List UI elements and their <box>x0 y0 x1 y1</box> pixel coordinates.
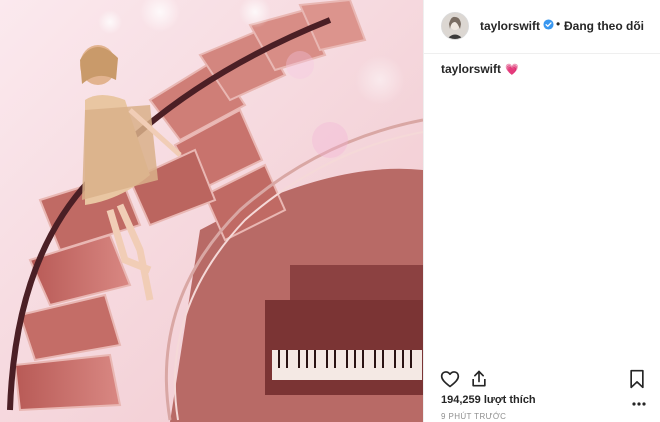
caption: taylorswift 💗 <box>441 62 519 76</box>
post-photo[interactable] <box>0 0 423 422</box>
header-username[interactable]: taylorswift <box>480 19 540 33</box>
post-timestamp[interactable]: 9 PHÚT TRƯỚC <box>441 412 506 421</box>
more-icon[interactable] <box>631 399 647 409</box>
avatar-image <box>442 13 468 39</box>
action-bar <box>424 366 660 394</box>
post-sidebar: taylorswift • Đang theo dõi taylorswift 💗 <box>423 0 660 422</box>
heart-icon[interactable] <box>440 369 460 389</box>
instagram-post: taylorswift • Đang theo dõi taylorswift 💗 <box>0 0 660 422</box>
caption-username[interactable]: taylorswift <box>441 62 501 76</box>
caption-text: 💗 <box>505 64 519 76</box>
share-icon[interactable] <box>469 369 489 389</box>
staircase-photo-illustration <box>0 0 423 422</box>
post-header: taylorswift • Đang theo dõi <box>424 0 660 54</box>
header-separator: • <box>556 17 561 31</box>
avatar[interactable] <box>441 12 469 40</box>
likes-count[interactable]: 194,259 lượt thích <box>441 394 536 406</box>
follow-status-button[interactable]: Đang theo dõi <box>564 19 644 33</box>
bookmark-icon[interactable] <box>628 369 646 389</box>
verified-badge-icon <box>543 19 554 30</box>
